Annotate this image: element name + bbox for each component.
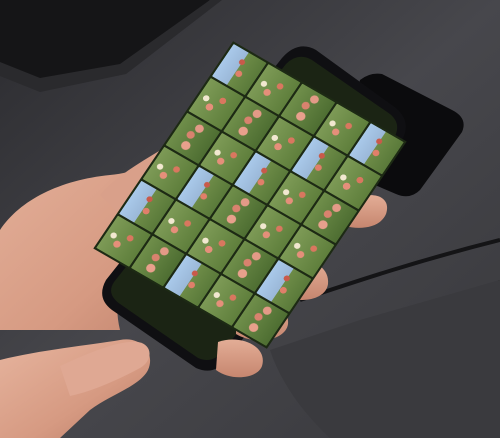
photo-scene	[0, 0, 500, 438]
